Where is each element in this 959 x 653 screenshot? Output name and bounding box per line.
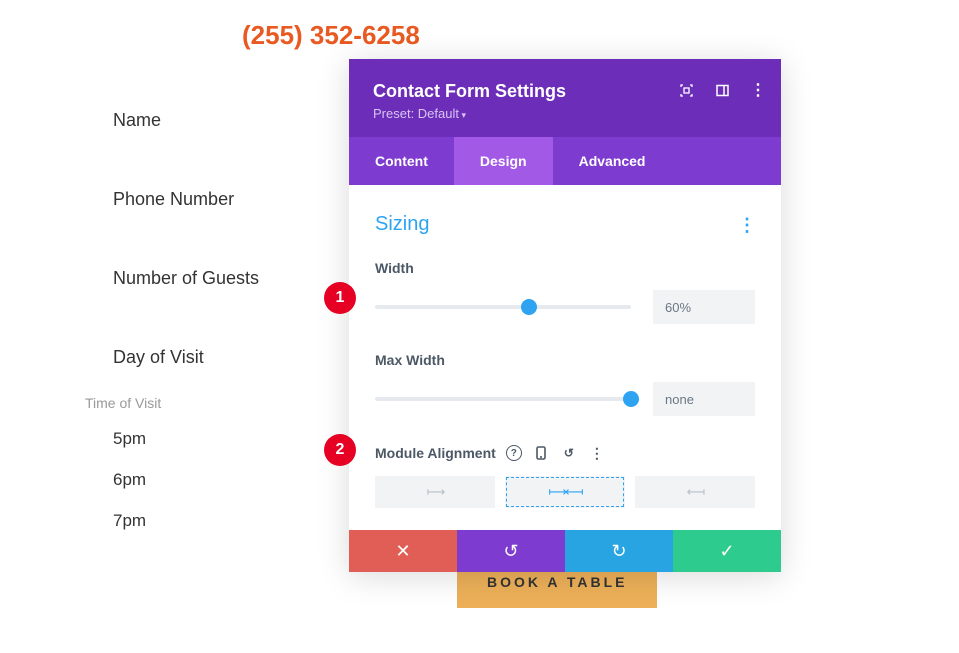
phone-number: (255) 352-6258: [242, 20, 420, 51]
cancel-button[interactable]: ✕: [349, 530, 457, 572]
redo-icon: ↻: [611, 541, 626, 562]
align-center-icon: ⟼⟻: [548, 484, 581, 500]
max-width-value-input[interactable]: [653, 382, 755, 416]
alignment-buttons: ⟼ ⟼⟻ ⟻: [375, 476, 755, 508]
undo-button[interactable]: ↺: [457, 530, 565, 572]
undo-icon: ↺: [503, 541, 518, 562]
settings-panel: Sizing ⋮ Width Max Width Module Alignmen…: [349, 185, 781, 508]
max-width-label: Max Width: [375, 352, 445, 368]
width-field: Width: [375, 260, 755, 324]
module-alignment-label: Module Alignment: [375, 445, 496, 461]
align-center-button[interactable]: ⟼⟻: [505, 476, 625, 508]
time-of-visit-title: Time of Visit: [85, 395, 161, 411]
section-header: Sizing ⋮: [375, 213, 755, 236]
section-menu-icon[interactable]: ⋮: [738, 216, 755, 234]
tab-design[interactable]: Design: [454, 137, 553, 185]
alignment-option-icons: ? ↺ ⋮: [506, 444, 606, 462]
align-left-button[interactable]: ⟼: [375, 476, 495, 508]
panel-icon[interactable]: [715, 83, 729, 97]
tab-content[interactable]: Content: [349, 137, 454, 185]
save-button[interactable]: ✓: [673, 530, 781, 572]
time-option-6pm[interactable]: 6pm: [113, 470, 161, 490]
preset-dropdown[interactable]: Preset: Default: [373, 106, 757, 121]
max-width-slider[interactable]: [375, 397, 631, 401]
form-labels-group: Name Phone Number Number of Guests Day o…: [113, 110, 259, 426]
label-day: Day of Visit: [113, 347, 259, 368]
time-option-5pm[interactable]: 5pm: [113, 429, 161, 449]
max-width-slider-thumb[interactable]: [623, 391, 639, 407]
check-icon: ✓: [719, 541, 734, 562]
label-phone: Phone Number: [113, 189, 259, 210]
width-slider-thumb[interactable]: [521, 299, 537, 315]
width-slider[interactable]: [375, 305, 631, 309]
modal-header-icons: ⋮: [679, 83, 765, 97]
tab-advanced[interactable]: Advanced: [553, 137, 672, 185]
help-icon[interactable]: ?: [506, 445, 522, 461]
align-right-icon: ⟻: [687, 484, 704, 500]
modal-header: Contact Form Settings Preset: Default ⋮: [349, 59, 781, 137]
time-of-visit-group: Time of Visit 5pm 6pm 7pm: [85, 395, 161, 552]
expand-icon[interactable]: [679, 83, 693, 97]
align-right-button[interactable]: ⟻: [635, 476, 755, 508]
phone-icon[interactable]: [532, 444, 550, 462]
tabs: Content Design Advanced: [349, 137, 781, 185]
modal-footer: ✕ ↺ ↻ ✓: [349, 530, 781, 572]
max-width-field: Max Width: [375, 352, 755, 416]
settings-modal: Contact Form Settings Preset: Default ⋮ …: [349, 59, 781, 572]
menu-icon[interactable]: ⋮: [751, 83, 765, 97]
annotation-badge-2: 2: [324, 434, 356, 466]
align-left-icon: ⟼: [427, 484, 444, 500]
module-alignment-field: Module Alignment ? ↺ ⋮ ⟼ ⟼⟻ ⟻: [375, 444, 755, 508]
width-label: Width: [375, 260, 414, 276]
annotation-badge-1: 1: [324, 282, 356, 314]
time-option-7pm[interactable]: 7pm: [113, 511, 161, 531]
label-guests: Number of Guests: [113, 268, 259, 289]
options-icon[interactable]: ⋮: [588, 444, 606, 462]
reset-icon[interactable]: ↺: [560, 444, 578, 462]
redo-button[interactable]: ↻: [565, 530, 673, 572]
close-icon: ✕: [395, 541, 410, 562]
width-value-input[interactable]: [653, 290, 755, 324]
label-name: Name: [113, 110, 259, 131]
section-title[interactable]: Sizing: [375, 213, 429, 236]
